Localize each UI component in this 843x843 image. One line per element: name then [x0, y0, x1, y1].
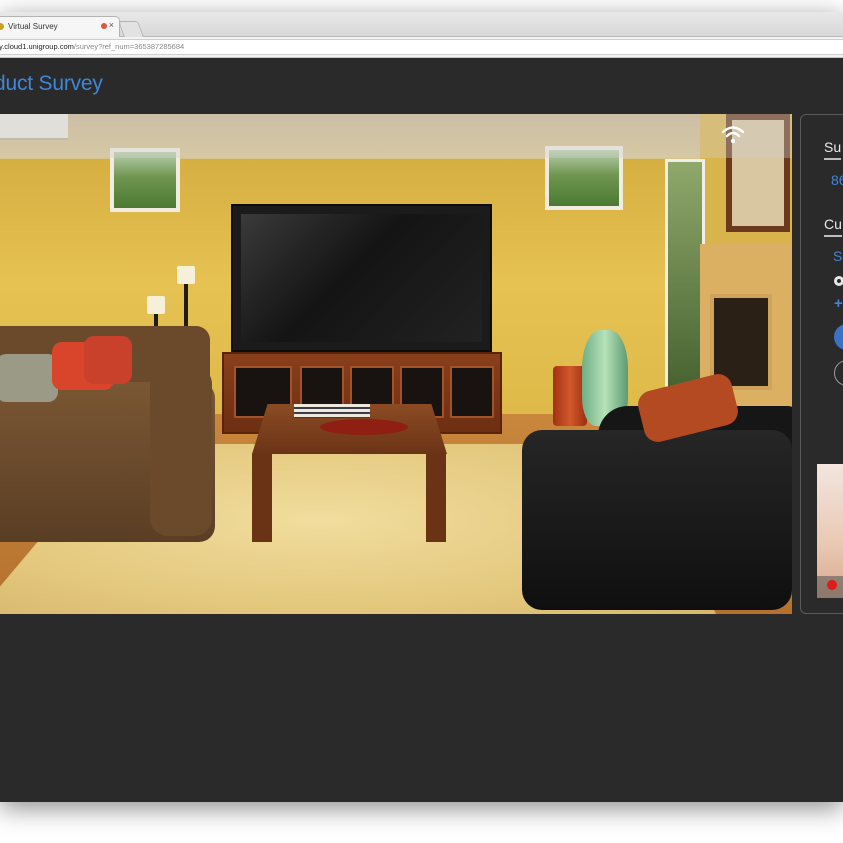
primary-button[interactable]	[834, 324, 843, 350]
scene-television	[231, 204, 492, 352]
panel-heading-summary: Su	[824, 139, 842, 160]
scene-bowl	[320, 419, 408, 435]
radio-option[interactable]	[834, 276, 843, 286]
scene-sofa-arm	[150, 366, 212, 536]
url-path: /survey?ref_num=365387285684	[73, 42, 185, 51]
close-icon[interactable]: ×	[109, 20, 114, 30]
url-input[interactable]: y.cloud1.unigroup.com/survey?ref_num=365…	[0, 39, 843, 55]
page-title: duct Survey	[0, 72, 103, 95]
scene-lamp-candle	[177, 266, 195, 284]
scene-table-leg	[252, 454, 272, 542]
tab-close-button[interactable]: ×	[100, 20, 114, 30]
scene-pillow	[84, 336, 132, 384]
add-item-link[interactable]: +	[834, 295, 843, 312]
scene-books	[294, 404, 370, 418]
page-content: duct Survey Su 86 Cu S +	[0, 58, 843, 802]
video-top-overlay	[0, 114, 792, 158]
scene-pillow	[0, 354, 58, 402]
record-icon[interactable]	[827, 580, 837, 590]
address-bar: y.cloud1.unigroup.com/survey?ref_num=365…	[0, 37, 843, 58]
tab-title: Virtual Survey	[8, 22, 58, 31]
scene-tv-screen	[241, 214, 482, 342]
new-tab-button[interactable]	[118, 21, 144, 37]
panel-heading-customer: Cu	[824, 216, 842, 237]
wifi-icon	[722, 126, 744, 144]
panel-value-link[interactable]: 86	[831, 172, 843, 188]
secondary-button[interactable]	[834, 360, 843, 386]
scene-armchair	[522, 430, 792, 610]
browser-tab[interactable]: Virtual Survey ×	[0, 16, 120, 37]
tab-strip: Virtual Survey ×	[0, 12, 843, 37]
url-host: y.cloud1.unigroup.com	[0, 42, 74, 51]
survey-side-panel: Su 86 Cu S +	[800, 114, 843, 614]
scene-stand-cell	[450, 366, 494, 418]
remote-video-feed[interactable]	[0, 114, 792, 614]
recording-indicator-icon	[100, 22, 107, 29]
browser-window: Virtual Survey × y.cloud1.unigroup.com/s…	[0, 12, 843, 802]
panel-link[interactable]: S	[833, 248, 842, 264]
scene-lamp-candle	[147, 296, 165, 314]
self-view-video[interactable]	[817, 464, 843, 598]
favicon-icon	[0, 23, 4, 30]
scene-table-leg	[426, 454, 446, 542]
